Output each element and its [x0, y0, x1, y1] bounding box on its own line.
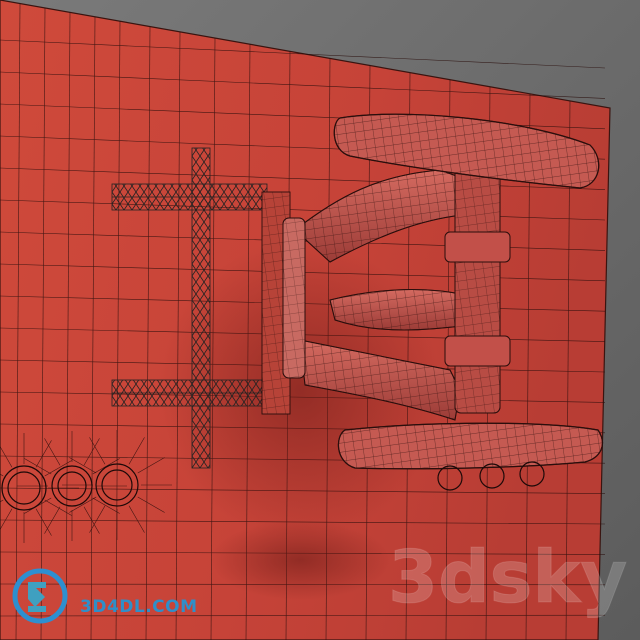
bottom-grip-bar — [337, 422, 603, 470]
logo-text: 3D4DL.COM — [80, 597, 198, 617]
watermark-text: 3dsky — [388, 535, 627, 619]
mount-shadow-lower — [210, 520, 390, 600]
render-scene: 3dsky 3D4DL.COM — [0, 0, 640, 640]
